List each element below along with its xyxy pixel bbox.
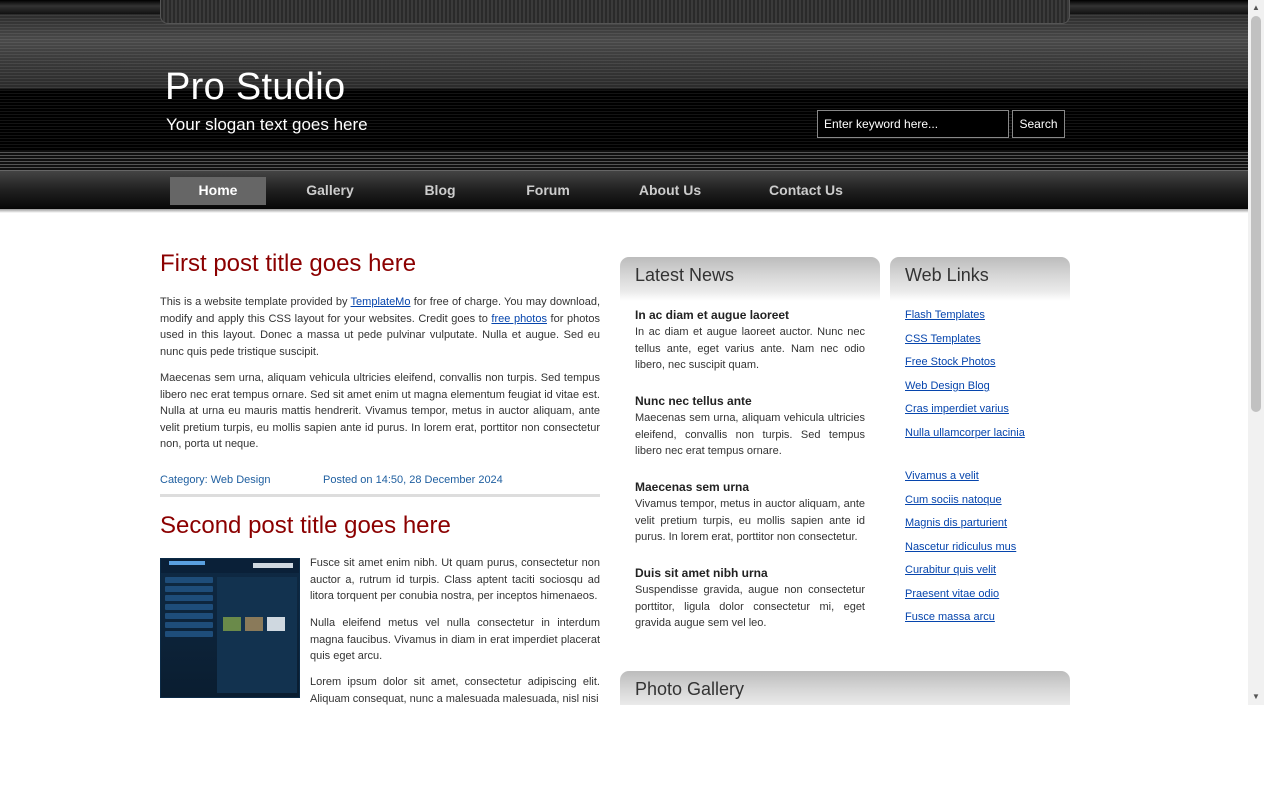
web-links-title: Web Links bbox=[905, 265, 989, 285]
page-viewport: Pro Studio Your slogan text goes here Se… bbox=[0, 0, 1248, 705]
header-stripes bbox=[0, 150, 1248, 170]
post-1-title[interactable]: First post title goes here bbox=[160, 250, 416, 278]
menu-item-about-us[interactable]: About Us bbox=[620, 177, 720, 205]
thumbnail-main bbox=[217, 577, 297, 693]
post-1-posted-date: Posted on 14:50, 28 December 2024 bbox=[323, 474, 503, 486]
news-item-2-text: Maecenas sem urna, aliquam vehicula ultr… bbox=[635, 412, 865, 458]
header-top-bar-right bbox=[1070, 0, 1248, 14]
post-2-paragraph-3: Lorem ipsum dolor sit amet, consectetur … bbox=[310, 676, 600, 705]
post-2-thumbnail[interactable] bbox=[160, 558, 300, 698]
post-2-title[interactable]: Second post title goes here bbox=[160, 512, 451, 540]
post-2-paragraph-1: Fusce sit amet enim nibh. Ut quam purus,… bbox=[310, 557, 600, 603]
header-top-tab bbox=[160, 0, 1070, 24]
menu-item-home[interactable]: Home bbox=[170, 177, 266, 205]
site-slogan: Your slogan text goes here bbox=[166, 115, 368, 134]
templatemo-link[interactable]: TemplateMo bbox=[351, 296, 411, 308]
right-gutter bbox=[1264, 0, 1280, 800]
photo-gallery-title: Photo Gallery bbox=[635, 679, 745, 699]
thumbnail-nav bbox=[253, 563, 293, 568]
menu-shadow bbox=[0, 209, 1248, 213]
weblink-web-design-blog[interactable]: Web Design Blog bbox=[905, 380, 990, 392]
weblink-vivamus[interactable]: Vivamus a velit bbox=[905, 470, 979, 482]
post-1-text-a: This is a website template provided by bbox=[160, 296, 351, 308]
weblink-cras-imperdiet[interactable]: Cras imperdiet varius bbox=[905, 403, 1009, 415]
search-input[interactable] bbox=[817, 110, 1009, 138]
latest-news-title: Latest News bbox=[635, 265, 735, 285]
menu-item-contact-us[interactable]: Contact Us bbox=[756, 177, 856, 205]
weblink-nulla-ullamcorper[interactable]: Nulla ullamcorper lacinia bbox=[905, 427, 1025, 439]
news-item-4-text: Suspendisse gravida, augue non consectet… bbox=[635, 584, 865, 630]
scroll-up-arrow-icon[interactable]: ▲ bbox=[1248, 0, 1264, 16]
weblink-fusce[interactable]: Fusce massa arcu bbox=[905, 611, 995, 623]
news-item-3-text: Vivamus tempor, metus in auctor aliquam,… bbox=[635, 498, 865, 544]
scrollbar-thumb[interactable] bbox=[1251, 16, 1261, 412]
news-item-3-heading[interactable]: Maecenas sem urna bbox=[635, 480, 749, 494]
news-item-4-heading[interactable]: Duis sit amet nibh urna bbox=[635, 566, 768, 580]
news-item-2-heading[interactable]: Nunc nec tellus ante bbox=[635, 394, 752, 408]
news-item-1-heading[interactable]: In ac diam et augue laoreet bbox=[635, 308, 789, 322]
free-photos-link[interactable]: free photos bbox=[491, 313, 547, 325]
thumbnail-sidebar bbox=[165, 577, 213, 693]
news-item-1-text: In ac diam et augue laoreet auctor. Nunc… bbox=[635, 326, 865, 372]
scroll-down-arrow-icon[interactable]: ▼ bbox=[1248, 689, 1264, 705]
vertical-scrollbar[interactable]: ▲ ▼ bbox=[1248, 0, 1264, 705]
blank-area bbox=[0, 705, 1248, 800]
menu-item-blog[interactable]: Blog bbox=[396, 177, 484, 205]
header-top-bar-left bbox=[0, 0, 160, 14]
weblink-praesent[interactable]: Praesent vitae odio bbox=[905, 588, 999, 600]
weblink-magnis[interactable]: Magnis dis parturient bbox=[905, 517, 1007, 529]
thumbnail-logo bbox=[169, 561, 205, 565]
weblink-free-stock-photos[interactable]: Free Stock Photos bbox=[905, 356, 996, 368]
weblink-cum-sociis[interactable]: Cum sociis natoque bbox=[905, 494, 1002, 506]
main-menu: Home Gallery Blog Forum About Us Contact… bbox=[0, 170, 1248, 210]
post-1-paragraph-2: Maecenas sem urna, aliquam vehicula ultr… bbox=[160, 372, 600, 451]
post-1-category[interactable]: Category: Web Design bbox=[160, 474, 270, 486]
site-title[interactable]: Pro Studio bbox=[165, 66, 345, 109]
weblink-curabitur[interactable]: Curabitur quis velit bbox=[905, 564, 996, 576]
search-button[interactable]: Search bbox=[1012, 110, 1065, 138]
weblink-nascetur[interactable]: Nascetur ridiculus mus bbox=[905, 541, 1016, 553]
post-2-paragraph-2: Nulla eleifend metus vel nulla consectet… bbox=[310, 617, 600, 663]
menu-item-forum[interactable]: Forum bbox=[504, 177, 592, 205]
post-1-paragraph-1: This is a website template provided by T… bbox=[160, 294, 600, 360]
menu-item-gallery[interactable]: Gallery bbox=[286, 177, 374, 205]
post-divider bbox=[160, 494, 600, 497]
weblink-flash-templates[interactable]: Flash Templates bbox=[905, 309, 985, 321]
weblink-css-templates[interactable]: CSS Templates bbox=[905, 333, 981, 345]
